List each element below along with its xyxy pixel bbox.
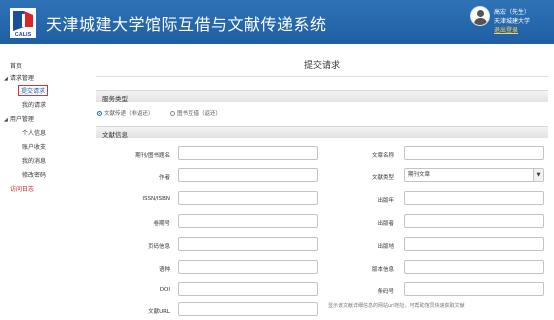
radio-checked-icon [97, 111, 102, 116]
sidebar-group-user-label: 用户管理 [9, 116, 34, 123]
label-doi: DOI [159, 287, 170, 293]
sidebar-item-home[interactable]: 首页 [10, 61, 22, 70]
service-type-section: 服务类型 [96, 90, 548, 103]
edition-input[interactable] [404, 260, 544, 274]
label-doc-type: 文献类型 [371, 175, 394, 181]
issn-isbn-input[interactable] [178, 191, 318, 205]
label-edition: 版本信息 [371, 267, 394, 273]
label-pub-year: 出版年 [377, 198, 394, 204]
sidebar-item-messages[interactable]: 我的消息 [22, 156, 46, 165]
sidebar-item-personal-info[interactable]: 个人信息 [22, 128, 46, 137]
label-pub-place: 出版地 [377, 244, 394, 250]
page-title: 提交请求 [303, 61, 340, 71]
collapse-triangle-icon: ◢ [4, 76, 8, 82]
header-bar: CALIS 天津城建大学馆际互借与文献传递系统 高宏（先生） 天津城建大学 退出… [0, 0, 554, 44]
main-content: 提交请求 服务类型 文献信息 [96, 44, 548, 320]
radio-unchecked-icon [170, 111, 175, 116]
sidebar-group-request[interactable]: ◢ 请求管理 [4, 73, 34, 82]
sidebar-group-user[interactable]: ◢ 用户管理 [4, 114, 34, 123]
barcode-input[interactable] [404, 282, 544, 296]
label-issn-isbn: ISSN/ISBN [142, 196, 170, 202]
service-option-delivery[interactable]: 文献传递（非返还） [97, 109, 154, 117]
label-doc-url: 文献URL [148, 309, 170, 315]
sidebar-item-submit-request[interactable]: 提交请求 [18, 85, 49, 96]
page-info-input[interactable] [178, 237, 318, 251]
label-language: 语种 [158, 267, 170, 273]
calis-logo-text: CALIS [15, 32, 32, 38]
doc-type-select[interactable]: 期刊文章 ▼ [404, 168, 544, 182]
label-journal-title: 期刊/图书题名 [135, 153, 170, 159]
sidebar-item-account[interactable]: 账户收支 [22, 142, 46, 151]
label-page-info: 页码信息 [147, 244, 170, 250]
doc-info-heading: 文献信息 [102, 131, 128, 139]
label-publisher: 出版者 [377, 221, 394, 227]
user-avatar-icon [470, 6, 490, 26]
language-input[interactable] [178, 260, 318, 274]
logout-link[interactable]: 退出登录 [494, 25, 518, 34]
service-type-heading: 服务类型 [102, 95, 128, 103]
sidebar-item-change-password[interactable]: 修改密码 [22, 170, 46, 179]
service-option-loan[interactable]: 图书互借（返还） [170, 109, 221, 117]
service-option-loan-label: 图书互借（返还） [177, 111, 222, 117]
service-option-delivery-label: 文献传递（非返还） [104, 111, 154, 117]
sidebar-nav: 首页 ◢ 请求管理 提交请求 我的请求 ◢ 用户管理 个人信息 账户收支 我的消息 … [0, 44, 86, 320]
article-title-input[interactable] [404, 146, 544, 160]
sidebar-item-my-requests[interactable]: 我的请求 [22, 100, 46, 109]
site-title: 天津城建大学馆际互借与文献传递系统 [46, 15, 327, 34]
doc-info-section: 文献信息 [96, 126, 548, 139]
collapse-triangle-icon: ◢ [4, 117, 8, 123]
label-barcode: 条码号 [377, 289, 394, 295]
publisher-input[interactable] [404, 214, 544, 228]
doi-input[interactable] [178, 282, 318, 296]
user-name: 高宏（先生） [494, 9, 531, 16]
pub-place-input[interactable] [404, 237, 544, 251]
user-info: 高宏（先生） 天津城建大学 退出登录 [470, 4, 550, 40]
label-volume-issue: 卷期号 [153, 221, 170, 227]
pub-year-input[interactable] [404, 191, 544, 205]
journal-title-input[interactable] [178, 146, 318, 160]
doc-type-selected: 期刊文章 [408, 172, 431, 178]
title-divider [96, 76, 548, 77]
label-article-title: 文章名称 [371, 153, 394, 159]
dropdown-arrow-icon[interactable]: ▼ [533, 169, 543, 181]
url-hint: 显示该文献详细信息的网站url地址，可帮助馆员快速获取文献 [328, 303, 465, 309]
calis-logo: CALIS [10, 8, 36, 38]
volume-issue-input[interactable] [178, 214, 318, 228]
doc-url-input[interactable] [178, 302, 318, 316]
label-author: 作者 [158, 175, 170, 181]
sidebar-item-visit-log[interactable]: 访问日志 [10, 184, 34, 193]
sidebar-group-request-label: 请求管理 [9, 75, 34, 82]
author-input[interactable] [178, 168, 318, 182]
user-organization: 天津城建大学 [494, 18, 531, 25]
